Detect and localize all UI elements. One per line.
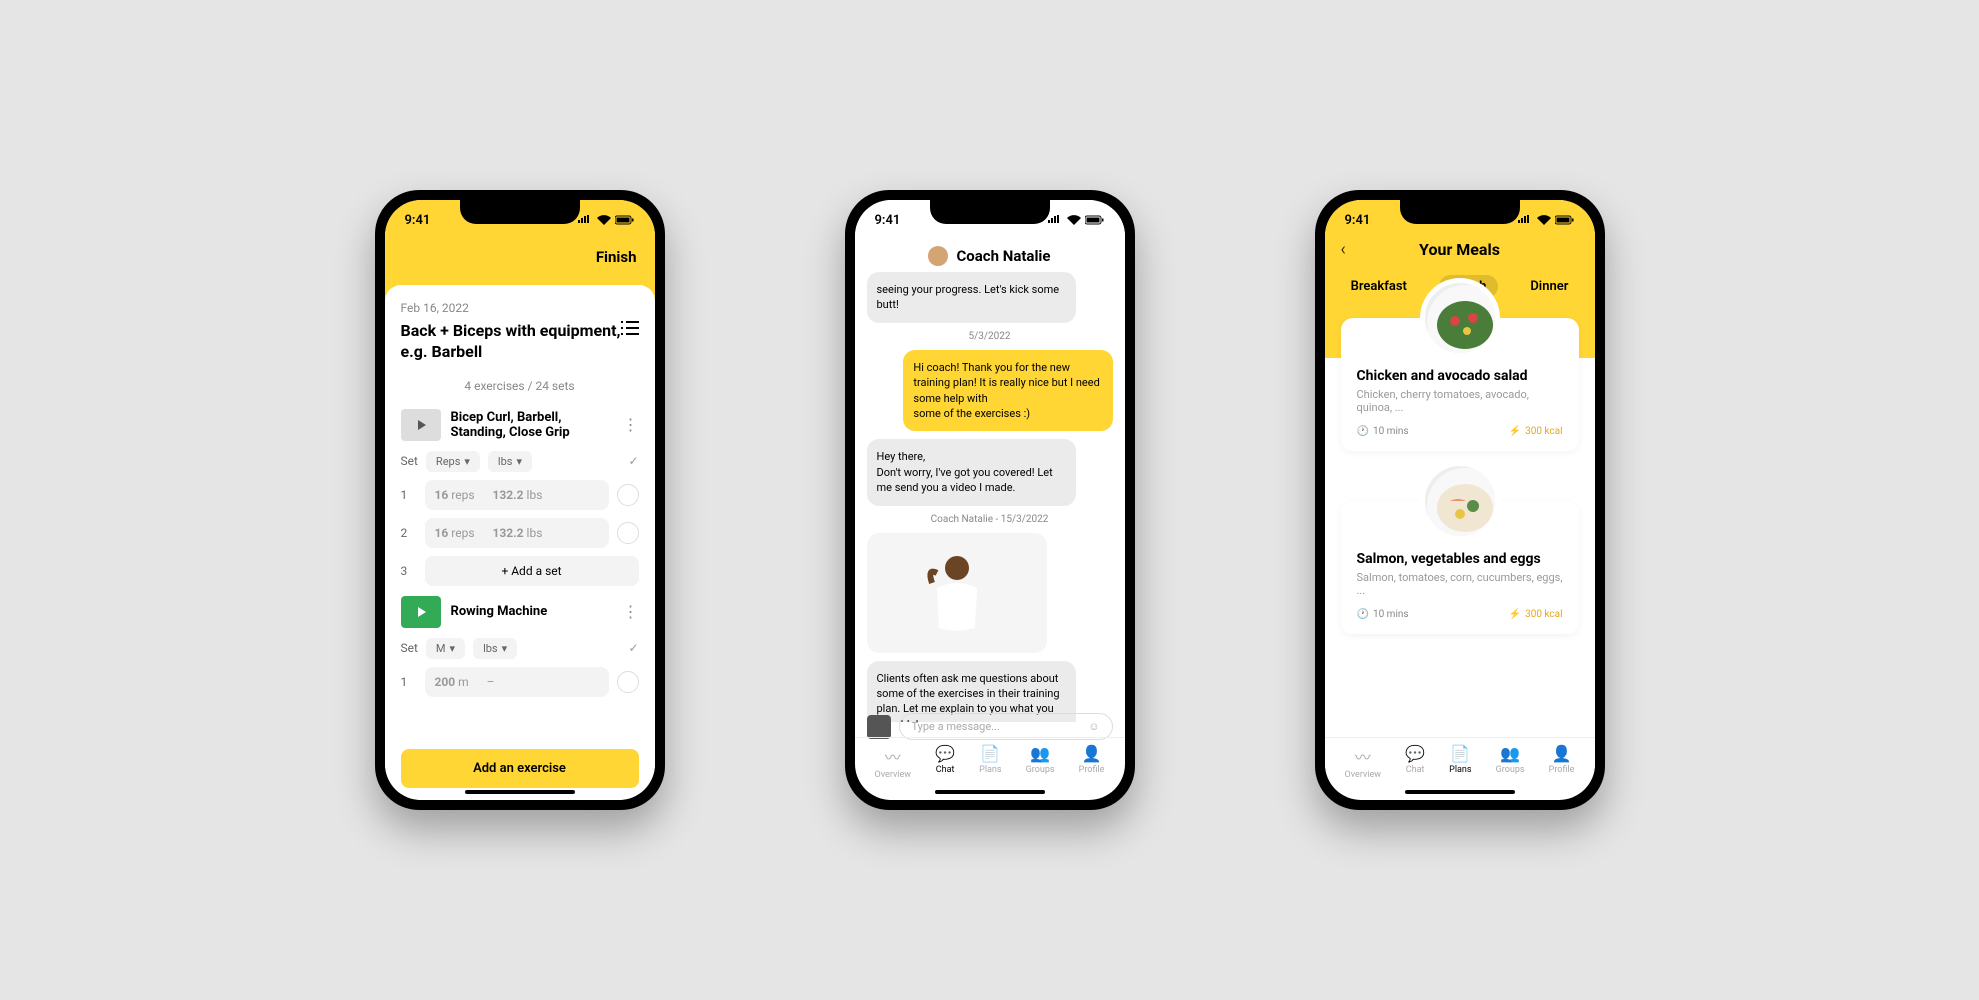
set-values[interactable]: 16 reps 132.2 lbs <box>425 480 609 510</box>
meal-name: Chicken and avocado salad <box>1357 368 1563 384</box>
meal-time: 🕐10 mins <box>1357 426 1409 437</box>
tab-dinner[interactable]: Dinner <box>1518 275 1580 298</box>
exercise-name: Bicep Curl, Barbell, Standing, Close Gri… <box>451 410 613 440</box>
home-indicator[interactable] <box>1405 790 1515 794</box>
exercise-item: Rowing Machine ⋮ Set M▾ lbs▾ ✓ 1 200 m – <box>401 596 639 697</box>
set-checkbox[interactable] <box>617 671 639 693</box>
unit-selector[interactable]: M▾ <box>426 638 465 659</box>
status-time: 9:41 <box>875 213 901 228</box>
message-incoming: Hey there, Don't worry, I've got you cov… <box>867 439 1076 505</box>
lightning-icon: ⚡ <box>1509 609 1521 620</box>
meal-kcal: ⚡300 kcal <box>1509 426 1563 437</box>
nav-overview[interactable]: 〰Overview <box>875 744 911 780</box>
phone-chat: 9:41 Coach Natalie seeing your progress.… <box>845 190 1135 810</box>
nav-chat[interactable]: 💬Chat <box>1405 744 1425 780</box>
meal-time: 🕐10 mins <box>1357 609 1409 620</box>
meal-kcal: ⚡300 kcal <box>1509 609 1563 620</box>
nav-groups[interactable]: 👥Groups <box>1496 744 1525 780</box>
bottom-nav: 〰Overview 💬Chat 📄Plans 👥Groups 👤Profile <box>1325 737 1595 786</box>
meal-ingredients: Chicken, cherry tomatoes, avocado, quino… <box>1357 388 1563 414</box>
check-icon: ✓ <box>628 641 638 655</box>
message-incoming: seeing your progress. Let's kick some bu… <box>867 272 1076 323</box>
set-label: Set <box>401 454 418 468</box>
nav-overview[interactable]: 〰Overview <box>1345 744 1381 780</box>
tab-breakfast[interactable]: Breakfast <box>1339 275 1419 298</box>
set-row: 1 200 m – <box>401 667 639 697</box>
status-time: 9:41 <box>405 213 431 228</box>
exercise-thumb[interactable] <box>401 409 441 441</box>
workout-title: Back + Biceps with equipment, e.g. Barbe… <box>401 321 621 363</box>
status-time: 9:41 <box>1345 213 1371 228</box>
nav-plans[interactable]: 📄Plans <box>979 744 1001 780</box>
message-outgoing: Hi coach! Thank you for the new training… <box>903 350 1112 432</box>
set-values[interactable]: 16 reps 132.2 lbs <box>425 518 609 548</box>
clock-icon: 🕐 <box>1357 609 1369 620</box>
status-icons <box>1517 215 1575 225</box>
meal-card[interactable]: Salmon, vegetables and eggs Salmon, toma… <box>1341 501 1579 634</box>
clock-icon: 🕐 <box>1357 426 1369 437</box>
set-row: 1 16 reps 132.2 lbs <box>401 480 639 510</box>
meal-ingredients: Salmon, tomatoes, corn, cucumbers, eggs,… <box>1357 571 1563 597</box>
meal-card[interactable]: Chicken and avocado salad Chicken, cherr… <box>1341 318 1579 451</box>
nav-profile[interactable]: 👤Profile <box>1549 744 1575 780</box>
message-input[interactable]: Type a message... ☺ <box>899 713 1113 740</box>
workout-meta: 4 exercises / 24 sets <box>401 379 639 393</box>
nav-profile[interactable]: 👤Profile <box>1079 744 1105 780</box>
set-checkbox[interactable] <box>617 522 639 544</box>
set-row: 2 16 reps 132.2 lbs <box>401 518 639 548</box>
page-title: Your Meals <box>1419 240 1500 259</box>
nav-chat[interactable]: 💬Chat <box>935 744 955 780</box>
unit-selector[interactable]: lbs▾ <box>473 638 517 659</box>
nav-plans[interactable]: 📄Plans <box>1449 744 1471 780</box>
date-marker: 5/3/2022 <box>867 331 1113 342</box>
list-icon[interactable] <box>621 321 639 335</box>
phone-workout: 9:41 Finish Feb 16, 2022 Back + Biceps w… <box>375 190 665 810</box>
meal-image <box>1420 278 1500 358</box>
status-icons <box>1047 215 1105 225</box>
unit-selector[interactable]: lbs▾ <box>488 451 532 472</box>
date-marker: Coach Natalie - 15/3/2022 <box>867 514 1113 525</box>
attach-image-button[interactable] <box>867 715 891 739</box>
set-checkbox[interactable] <box>617 484 639 506</box>
add-exercise-button[interactable]: Add an exercise <box>401 749 639 788</box>
set-values[interactable]: 200 m – <box>425 667 609 697</box>
more-icon[interactable]: ⋮ <box>623 415 639 434</box>
lightning-icon: ⚡ <box>1509 426 1521 437</box>
nav-groups[interactable]: 👥Groups <box>1026 744 1055 780</box>
exercise-thumb[interactable] <box>401 596 441 628</box>
exercise-name: Rowing Machine <box>451 604 613 619</box>
messages-list[interactable]: seeing your progress. Let's kick some bu… <box>855 272 1125 722</box>
exercise-item: Bicep Curl, Barbell, Standing, Close Gri… <box>401 409 639 586</box>
coach-name: Coach Natalie <box>956 247 1050 265</box>
status-icons <box>577 215 635 225</box>
set-label: Set <box>401 641 418 655</box>
phone-meals: 9:41 ‹ Your Meals Breakfast Lunch Dinner <box>1315 190 1605 810</box>
emoji-icon[interactable]: ☺ <box>1088 720 1099 733</box>
finish-button[interactable]: Finish <box>596 248 637 266</box>
bottom-nav: 〰Overview 💬Chat 📄Plans 👥Groups 👤Profile <box>855 737 1125 786</box>
home-indicator[interactable] <box>465 790 575 794</box>
add-set-button[interactable]: + Add a set <box>425 556 639 586</box>
more-icon[interactable]: ⋮ <box>623 602 639 621</box>
back-button[interactable]: ‹ <box>1341 239 1346 260</box>
meal-name: Salmon, vegetables and eggs <box>1357 551 1563 567</box>
workout-date: Feb 16, 2022 <box>401 301 639 315</box>
message-image[interactable] <box>867 533 1047 653</box>
check-icon: ✓ <box>628 454 638 468</box>
meal-image <box>1420 461 1500 541</box>
reps-selector[interactable]: Reps▾ <box>426 451 480 472</box>
chat-header: Coach Natalie <box>855 240 1125 272</box>
home-indicator[interactable] <box>935 790 1045 794</box>
coach-avatar[interactable] <box>928 246 948 266</box>
